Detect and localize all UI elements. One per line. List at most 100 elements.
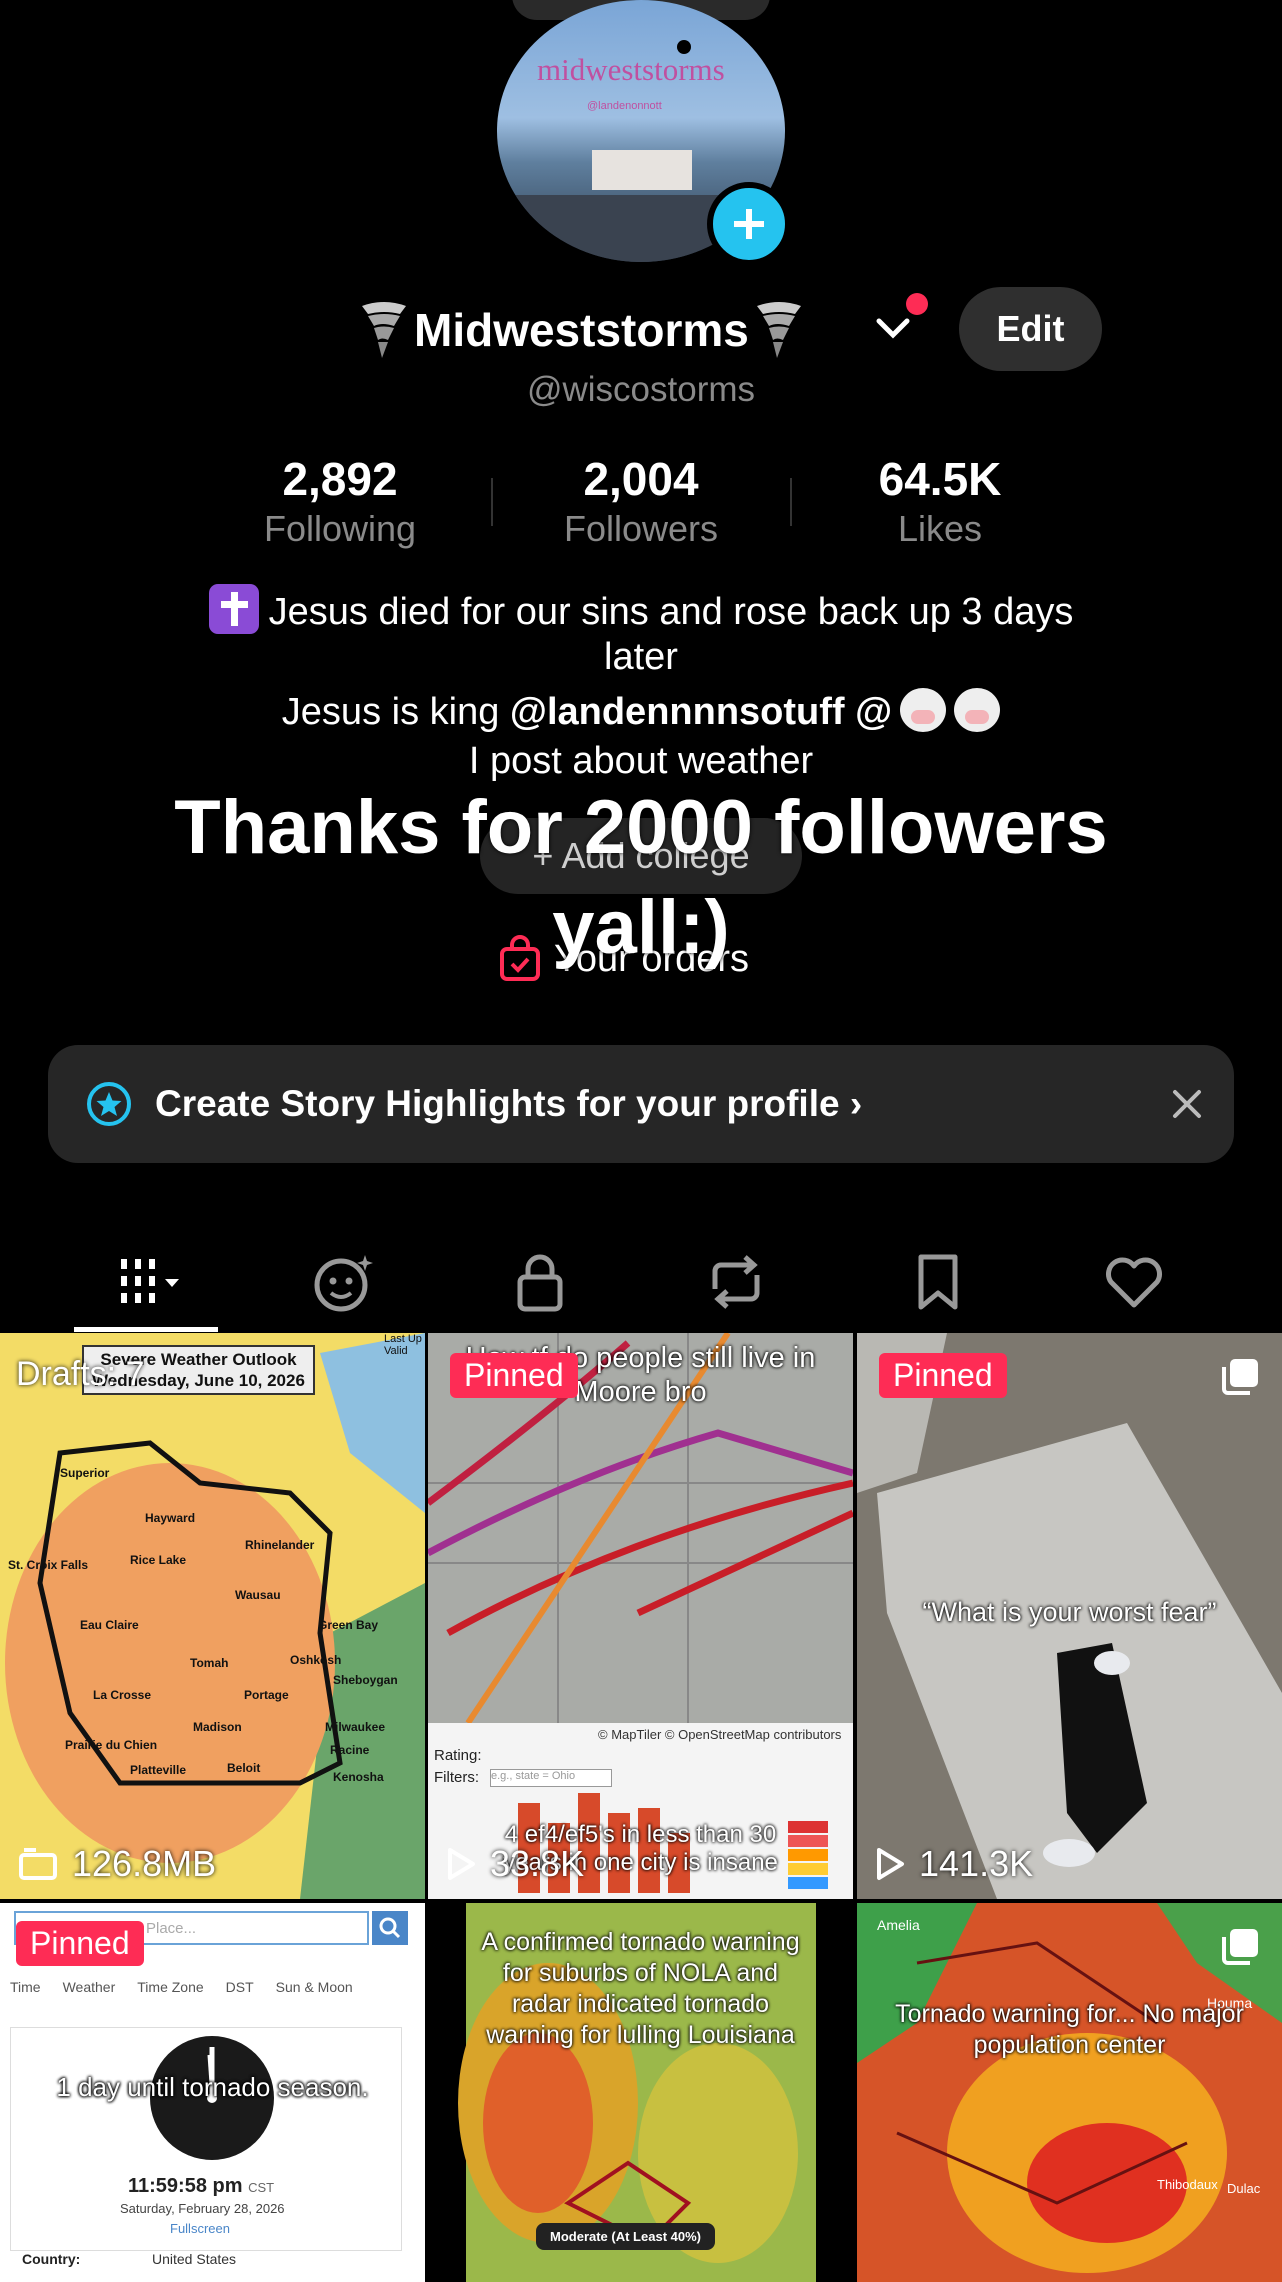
stat-label: Following: [263, 508, 417, 549]
stat-following[interactable]: 2,892 Following: [210, 452, 470, 550]
clock-date: Saturday, February 28, 2026: [120, 2201, 285, 2216]
map-city-label: Kenosha: [333, 1770, 384, 1784]
clock-nav-tab: DST: [225, 1979, 254, 1995]
video-tile[interactable]: “What is your worst fear” Pinned 141.3K: [857, 1333, 1282, 1899]
stat-divider: [790, 478, 792, 526]
profile-tabs: [0, 1230, 1282, 1334]
draft-size: 126.8MB: [18, 1843, 216, 1885]
play-icon: [877, 1848, 904, 1880]
ai-face-icon: [314, 1255, 373, 1312]
map-city-label: St. Croix Falls: [8, 1558, 89, 1572]
repost-icon: [712, 1255, 760, 1309]
radar-reflectivity-map: [857, 1903, 1282, 2282]
search-button: [372, 1911, 408, 1945]
tab-reposts[interactable]: [638, 1230, 834, 1334]
map-city-label: Milwaukee: [325, 1720, 386, 1734]
highlight-banner-text: Create Story Highlights for your profile…: [155, 1083, 863, 1124]
tab-liked[interactable]: [1036, 1230, 1232, 1334]
stat-divider: [491, 478, 493, 526]
story-highlights-banner[interactable]: Create Story Highlights for your profile…: [48, 1045, 1234, 1163]
stat-label: Followers: [563, 508, 719, 549]
map-city-label: Hayward: [145, 1511, 196, 1525]
play-icon: [448, 1848, 475, 1880]
map-city-label: Platteville: [130, 1763, 187, 1777]
tab-videos[interactable]: [50, 1230, 246, 1334]
map-city-label: Eau Claire: [80, 1618, 139, 1632]
story-star-icon: [87, 1082, 131, 1126]
folder-icon: [19, 1848, 57, 1880]
multi-image-icon: [1222, 1929, 1258, 1965]
map-city-label: Portage: [244, 1688, 289, 1702]
draft-size-value: 126.8MB: [72, 1843, 217, 1884]
clock-time: 11:59:58 pm CST: [128, 2175, 275, 2197]
stat-likes[interactable]: 64.5K Likes: [810, 452, 1070, 550]
map-city-label: Wausau: [235, 1588, 281, 1602]
stat-value: 2,892: [282, 453, 398, 505]
tab-ai-self[interactable]: [246, 1230, 442, 1334]
map-city-label: Rice Lake: [130, 1553, 187, 1567]
draft-video-tile[interactable]: Superior Hayward Rhinelander St. Croix F…: [0, 1333, 425, 1899]
video-caption: A confirmed tornado warning for suburbs …: [481, 1928, 800, 2049]
bio-line: Jesus died for our sins and rose back up…: [0, 584, 1282, 634]
map-city-label: Superior: [60, 1466, 110, 1480]
map-city-label: Madison: [193, 1720, 242, 1734]
avatar-building: [592, 150, 692, 190]
display-name-row[interactable]: Midweststorms: [360, 292, 803, 367]
video-tile[interactable]: Amelia Houma Thibodaux Dulac Tornado war…: [857, 1903, 1282, 2282]
heart-icon: [1106, 1257, 1162, 1308]
map-city-label: Rhinelander: [245, 1538, 315, 1552]
video-tile[interactable]: Place... Time Weather Time Zone DST Sun …: [0, 1903, 425, 2282]
plus-icon: [734, 209, 764, 239]
video-overlay-caption: Thanks for 2000 followers yall:): [174, 785, 1108, 970]
bio-line: Jesus is king @landennnnsotuff @: [0, 688, 1282, 734]
stat-value: 64.5K: [878, 453, 1002, 505]
tab-favorites[interactable]: [840, 1230, 1036, 1334]
chevron-down-icon[interactable]: [871, 306, 915, 350]
wisconsin-outlook-map: [0, 1333, 425, 1899]
bio-text: Jesus died for our sins and rose back up…: [268, 591, 1074, 633]
notification-dot: [906, 293, 928, 315]
bio-line: I post about weather: [468, 740, 814, 782]
avatar-text: midweststorms: [537, 52, 725, 87]
search-icon: [379, 1917, 401, 1939]
video-caption: 1 day until tornado season.: [56, 2072, 369, 2102]
map-city-label: Sheboygan: [333, 1673, 398, 1687]
country-value: United States: [152, 2251, 237, 2267]
view-count-value: 33.8K: [490, 1843, 585, 1884]
multi-image-icon: [1222, 1359, 1258, 1395]
video-tile[interactable]: © MapTiler © OpenStreetMap contributors …: [428, 1333, 853, 1899]
filters-input: e.g., state = Ohio: [490, 1769, 612, 1787]
edit-profile-button[interactable]: Edit: [959, 287, 1102, 371]
handle: @wiscostorms: [526, 370, 756, 409]
close-icon[interactable]: [1170, 1087, 1204, 1121]
view-count: 33.8K: [446, 1843, 584, 1885]
clock-nav-tab: Time Zone: [137, 1979, 204, 1995]
video-caption: Tornado warning for... No major populati…: [895, 2000, 1244, 2059]
filters-label: Filters:: [434, 1769, 479, 1786]
clock-nav-tab: Time: [10, 1979, 41, 1995]
map-city-label: Green Bay: [318, 1618, 379, 1632]
cow-emoji-icon: [954, 688, 1001, 732]
map-credit: © MapTiler © OpenStreetMap contributors: [598, 1727, 842, 1742]
video-tile[interactable]: A confirmed tornado warning for suburbs …: [428, 1903, 853, 2282]
cow-emoji-icon: [900, 688, 947, 732]
avatar-dot: [677, 40, 691, 54]
map-city-label: Oshkosh: [290, 1653, 342, 1667]
clock-timezone: CST: [248, 2180, 275, 2195]
map-place-label: Dulac: [1227, 2181, 1261, 2196]
tornado-icon: [362, 301, 406, 358]
stat-label: Likes: [897, 508, 983, 549]
map-city-label: La Crosse: [93, 1688, 152, 1702]
map-place-label: Thibodaux: [1157, 2177, 1218, 2192]
bio-mention-link[interactable]: @landennnnsotuff @: [510, 691, 892, 733]
videos-grid-icon: [121, 1259, 179, 1303]
map-city-label: Beloit: [227, 1761, 261, 1775]
tab-private[interactable]: [442, 1230, 638, 1334]
add-story-button[interactable]: [707, 182, 791, 266]
stat-followers[interactable]: 2,004 Followers: [511, 452, 771, 550]
pinned-badge: Pinned: [450, 1353, 578, 1398]
view-count-value: 141.3K: [919, 1843, 1034, 1884]
map-city-label: Tomah: [190, 1656, 229, 1670]
cross-icon: [208, 584, 259, 634]
bookmark-icon: [918, 1254, 958, 1310]
